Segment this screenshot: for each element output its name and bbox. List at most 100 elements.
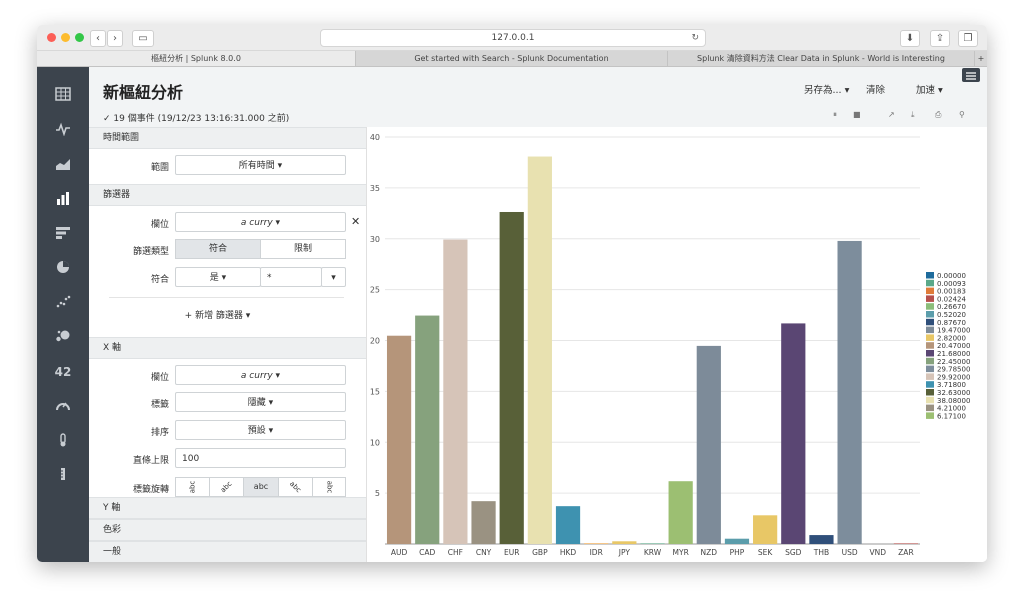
zoom-window-button[interactable] [75,33,84,42]
share-job-icon[interactable]: ↗ [888,110,895,119]
export-icon[interactable]: ⤓ [911,110,915,120]
bar-nzd[interactable] [696,345,721,544]
minimize-window-button[interactable] [61,33,70,42]
match-value-input[interactable]: * [260,267,322,287]
range-dropdown[interactable]: 所有時間 ▾ [175,155,346,175]
bar-cny[interactable] [471,501,496,544]
bar-chf[interactable] [443,239,468,544]
legend-swatch[interactable] [926,404,934,412]
accelerate-button[interactable]: 加速 ▾ [916,82,943,96]
legend-swatch[interactable] [926,279,934,287]
x-label-dropdown[interactable]: 隱藏 ▾ [175,392,346,412]
bar-myr[interactable] [668,481,693,544]
filter-type-limit[interactable]: 限制 [260,239,346,259]
match-operator-dropdown[interactable]: 是 ▾ [175,267,261,287]
legend-swatch[interactable] [926,365,934,373]
legend-swatch[interactable] [926,318,934,326]
sort-dropdown[interactable]: 預設 ▾ [175,420,346,440]
table-icon[interactable] [53,87,73,103]
legend-swatch[interactable] [926,287,934,295]
sidebar-toggle-icon[interactable]: ▭ [132,30,154,47]
legend-swatch[interactable] [926,295,934,302]
inspect-icon[interactable]: ⚲ [959,110,965,119]
legend-swatch[interactable] [926,381,934,388]
menu-icon[interactable] [962,68,980,82]
stop-icon[interactable]: ■ [853,110,861,119]
legend-swatch[interactable] [926,373,934,380]
downloads-icon[interactable]: ⬇ [900,30,920,47]
rotation-option-3[interactable]: abc [278,477,313,497]
clear-button[interactable]: 清除 [866,82,885,96]
column-chart-icon[interactable] [53,191,73,207]
legend-swatch[interactable] [926,396,934,404]
reload-icon[interactable]: ↻ [691,30,699,46]
x-axis-section[interactable]: X 軸 [89,337,366,359]
single-value-icon[interactable]: 42 [53,364,73,380]
bubble-chart-icon[interactable] [53,329,73,345]
legend-swatch[interactable] [926,342,934,349]
tab-pivot[interactable]: 樞紐分析 | Splunk 8.0.0 [37,51,356,66]
legend-swatch[interactable] [926,389,934,396]
legend-swatch[interactable] [926,326,934,334]
bar-sgd[interactable] [781,323,806,544]
bar-zar[interactable] [893,543,919,544]
bar-cad[interactable] [415,315,440,544]
print-icon[interactable]: ⎙ [935,110,941,120]
save-as-button[interactable]: 另存為... ▾ [804,82,849,96]
share-icon[interactable]: ⇪ [930,30,950,47]
rotation-option-2[interactable]: abc [243,477,279,497]
general-section[interactable]: 一般 [89,541,366,562]
area-chart-icon[interactable] [53,157,73,173]
marker-gauge-icon[interactable] [53,467,73,483]
bar-thb[interactable] [809,535,834,544]
filter-field-dropdown[interactable]: a curry ▾ [175,212,346,232]
legend-swatch[interactable] [926,357,934,365]
back-icon[interactable]: ‹ [90,30,106,47]
rotation-option-1[interactable]: abc [209,477,244,497]
bar-idr[interactable] [584,543,609,544]
bar-sek[interactable] [753,515,778,544]
legend-swatch[interactable] [926,272,934,279]
tabs-overview-icon[interactable]: ❐ [958,30,978,47]
tab-clear-data[interactable]: Splunk 清除資料方法 Clear Data in Splunk - Wor… [668,51,975,66]
bar-aud[interactable] [386,335,412,544]
rotation-option-0[interactable]: abc [175,477,210,497]
max-bars-input[interactable]: 100 [175,448,346,468]
legend-swatch[interactable] [926,350,934,357]
filter-section[interactable]: 篩選器 [89,184,366,206]
address-bar[interactable]: 127.0.0.1 ↻ [320,29,706,47]
pause-icon[interactable]: ⏸ [833,110,837,120]
bar-gbp[interactable] [527,156,552,544]
rotation-option-4[interactable]: abc [312,477,346,497]
legend-swatch[interactable] [926,334,934,341]
filler-gauge-icon[interactable] [53,433,73,449]
forward-icon[interactable]: › [107,30,123,47]
color-section[interactable]: 色彩 [89,519,366,541]
time-range-section[interactable]: 時間範圍 [89,127,366,149]
y-tick-label: 20 [370,337,380,346]
job-status[interactable]: ✓ 19 個事件 (19/12/23 13:16:31.000 之前) [103,111,289,124]
bar-jpy[interactable] [612,541,637,544]
close-window-button[interactable] [47,33,56,42]
x-field-dropdown[interactable]: a curry ▾ [175,365,346,385]
bar-eur[interactable] [499,211,524,544]
pie-chart-icon[interactable] [53,260,73,276]
legend-swatch[interactable] [926,303,934,310]
bar-usd[interactable] [837,240,862,544]
new-tab-button[interactable]: + [975,51,987,66]
filter-type-match[interactable]: 符合 [175,239,261,259]
legend-swatch[interactable] [926,412,934,419]
bar-krw[interactable] [640,543,665,544]
bar-php[interactable] [724,538,750,544]
bar-chart-icon[interactable] [53,226,73,242]
y-axis-section[interactable]: Y 軸 [89,497,366,519]
bar-hkd[interactable] [555,506,581,544]
match-value-caret[interactable]: ▾ [321,267,346,287]
scatter-chart-icon[interactable] [53,295,73,311]
tab-splunk-docs[interactable]: Get started with Search - Splunk Documen… [356,51,668,66]
radial-gauge-icon[interactable] [53,398,73,414]
remove-filter-icon[interactable]: ✕ [351,215,360,228]
add-filter-button[interactable]: + 新增 篩選器 ▾ [89,308,346,321]
legend-swatch[interactable] [926,311,934,318]
line-chart-icon[interactable] [53,122,73,138]
